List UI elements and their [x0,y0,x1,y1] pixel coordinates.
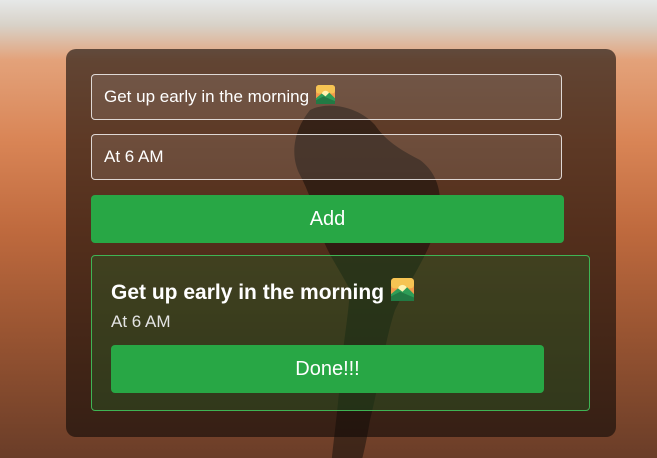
task-time-input-text: At 6 AM [104,147,164,166]
task-title-input-text: Get up early in the morning [104,87,310,106]
task-title-input[interactable]: Get up early in the morning [91,74,562,120]
task-item-title-text: Get up early in the morning [111,280,385,304]
add-button[interactable]: Add [91,195,564,243]
task-time-input[interactable]: At 6 AM [91,134,562,180]
todo-card: Get up early in the morning At 6 AM Add … [66,49,616,437]
task-item-time: At 6 AM [111,312,171,331]
done-button[interactable]: Done!!! [111,345,544,393]
task-item-title: Get up early in the morning [111,278,415,307]
task-item: Get up early in the morning At 6 AM Done… [91,255,590,411]
sunrise-icon [391,278,415,307]
sunrise-icon [316,85,336,109]
